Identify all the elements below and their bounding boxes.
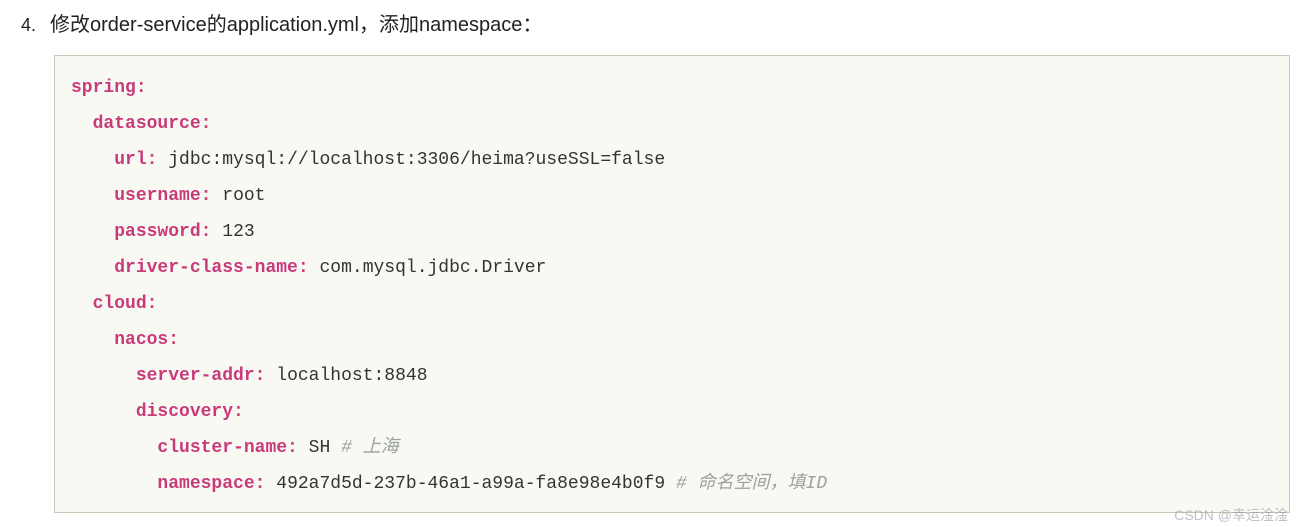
val-cluster-name: SH bbox=[309, 438, 331, 458]
key-nacos: nacos bbox=[114, 330, 168, 350]
watermark: CSDN @幸运淦淦 bbox=[1174, 505, 1288, 525]
key-server-addr: server-addr bbox=[136, 366, 255, 386]
comment-shanghai: # 上海 bbox=[341, 438, 399, 458]
key-driver-class-name: driver-class-name bbox=[114, 258, 298, 278]
key-cloud: cloud bbox=[93, 294, 147, 314]
key-username: username bbox=[114, 186, 200, 206]
step-number: 4. bbox=[10, 15, 36, 36]
key-url: url bbox=[114, 150, 146, 170]
key-discovery: discovery bbox=[136, 402, 233, 422]
val-driver: com.mysql.jdbc.Driver bbox=[319, 258, 546, 278]
step-line: 4. 修改order-service的application.yml，添加nam… bbox=[10, 8, 1290, 37]
val-server-addr: localhost:8848 bbox=[276, 366, 427, 386]
key-password: password bbox=[114, 222, 200, 242]
yaml-code-block: spring: datasource: url: jdbc:mysql://lo… bbox=[54, 55, 1290, 513]
val-url: jdbc:mysql://localhost:3306/heima?useSSL… bbox=[168, 150, 665, 170]
key-datasource: datasource bbox=[93, 114, 201, 134]
val-namespace: 492a7d5d-237b-46a1-a99a-fa8e98e4b0f9 bbox=[276, 474, 665, 494]
val-username: root bbox=[222, 186, 265, 206]
val-password: 123 bbox=[222, 222, 254, 242]
step-text: 修改order-service的application.yml，添加namesp… bbox=[50, 8, 542, 37]
comment-namespace: # 命名空间，填ID bbox=[676, 474, 827, 494]
key-namespace: namespace bbox=[157, 474, 254, 494]
key-spring: spring bbox=[71, 78, 136, 98]
key-cluster-name: cluster-name bbox=[157, 438, 287, 458]
